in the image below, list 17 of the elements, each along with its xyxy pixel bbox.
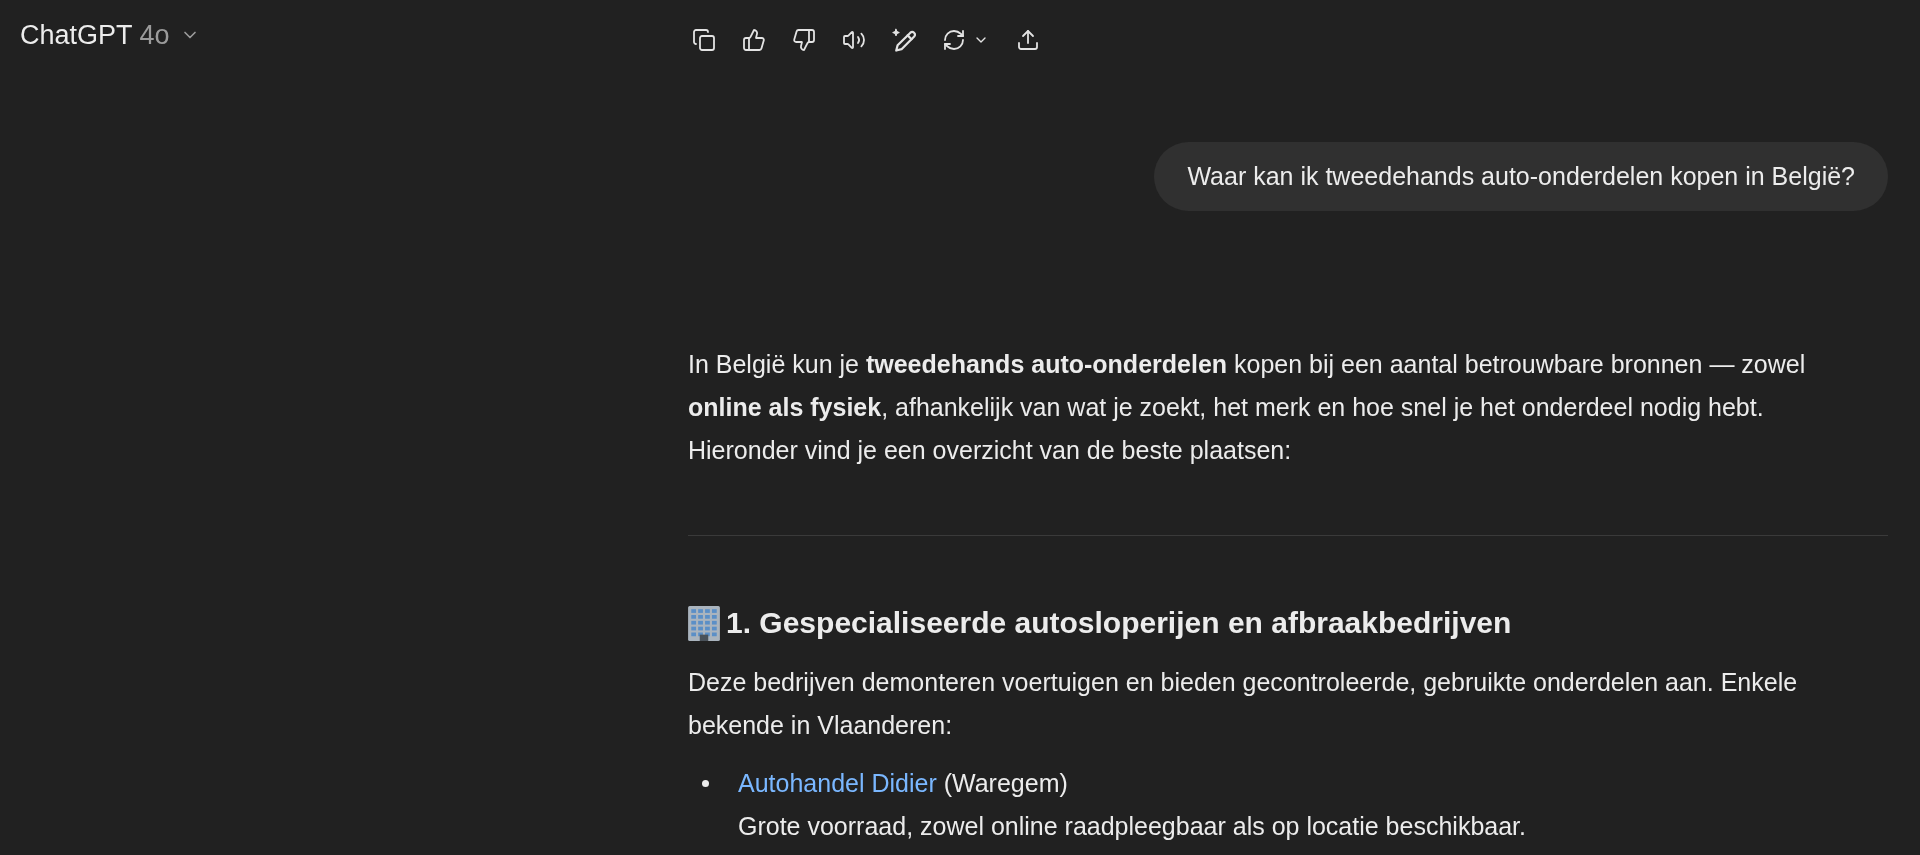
model-selector[interactable]: ChatGPT 4o <box>12 13 208 57</box>
list-item-description: Grote voorraad, zowel online raadpleegbaar als op locatie beschikbaar. <box>738 811 1526 842</box>
thumbs-up-icon <box>742 28 766 52</box>
section-heading: 1. Gespecialiseerde autosloperijen en afbraakbedrijven <box>726 605 1512 641</box>
message-paragraph: Deze bedrijven demonteren voertuigen en bieden gecontroleerde, gebruikte onderdelen aan. Enkele bekende in Vlaanderen: <box>688 667 1799 741</box>
office-building-icon <box>688 605 720 641</box>
pencil-sparkle-icon <box>892 28 916 52</box>
upload-icon <box>1016 28 1040 52</box>
message-paragraph: In België kun je tweedehands auto-onderdelen kopen bij een aantal betrouwbare bronnen — zowel online als fysiek, afhankelijk van wat je zoekt, het merk en hoe snel je het onderdeel nodig hebt. Hieronder vind je een overzicht van de beste plaatsen: <box>688 349 1807 466</box>
business-link[interactable]: Autohandel Didier <box>738 769 937 797</box>
thumbs-down-icon <box>792 28 816 52</box>
speaker-icon <box>842 28 866 52</box>
location-text: (Waregem) <box>943 769 1068 797</box>
user-message-bubble: Waar kan ik tweedehands auto-onderdelen kopen in België? <box>1154 142 1888 211</box>
bullet-icon <box>702 780 709 787</box>
copy-icon <box>692 28 716 52</box>
refresh-icon <box>942 28 966 52</box>
